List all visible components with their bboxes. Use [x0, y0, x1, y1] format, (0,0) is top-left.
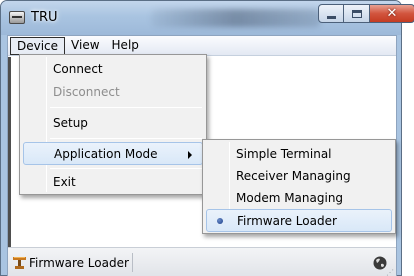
close-icon: ✕ [386, 6, 398, 21]
menu-item-connect[interactable]: Connect [23, 58, 203, 81]
menu-item-disconnect[interactable]: Disconnect [23, 81, 203, 104]
menu-view[interactable]: View [65, 37, 105, 55]
maximize-button[interactable] [344, 4, 370, 23]
application-mode-submenu: Simple Terminal Receiver Managing Modem … [202, 139, 396, 234]
antenna-icon [13, 257, 26, 269]
maximize-icon [351, 9, 362, 18]
resize-grip-icon[interactable]: ⋰ [386, 268, 394, 276]
menu-bar: Device View Help [8, 36, 396, 56]
submenu-item-label: Firmware Loader [237, 214, 337, 228]
menu-item-setup[interactable]: Setup [23, 112, 203, 135]
submenu-item-simple-terminal[interactable]: Simple Terminal [206, 143, 392, 166]
minimize-button[interactable] [318, 4, 344, 23]
menu-device[interactable]: Device [10, 36, 66, 55]
status-mode-text: Firmware Loader [29, 256, 129, 270]
menu-help[interactable]: Help [106, 37, 145, 55]
menu-item-application-mode[interactable]: Application Mode [23, 142, 203, 165]
submenu-item-receiver-managing[interactable]: Receiver Managing [206, 165, 392, 188]
device-menu: Connect Disconnect Setup Application Mod… [19, 54, 207, 195]
submenu-item-firmware-loader[interactable]: Firmware Loader [206, 209, 392, 232]
title-bar[interactable]: TRU ✕ [1, 1, 414, 35]
globe-icon [373, 256, 387, 270]
status-separator [132, 253, 133, 272]
menu-item-label: Application Mode [54, 147, 158, 161]
menu-item-exit[interactable]: Exit [23, 171, 203, 194]
menu-separator [50, 107, 202, 108]
status-bar: Firmware Loader ⋰ [8, 247, 396, 276]
menu-separator [50, 138, 202, 139]
menu-separator [50, 168, 202, 169]
window-title: TRU [31, 10, 58, 25]
radio-selected-icon [217, 218, 223, 224]
title-blur-overlay [151, 9, 321, 27]
caption-buttons: ✕ [318, 4, 414, 23]
submenu-item-modem-managing[interactable]: Modem Managing [206, 187, 392, 210]
minimize-icon [326, 15, 336, 19]
app-icon [9, 11, 25, 24]
submenu-arrow-icon [188, 151, 192, 159]
close-button[interactable]: ✕ [370, 4, 414, 23]
